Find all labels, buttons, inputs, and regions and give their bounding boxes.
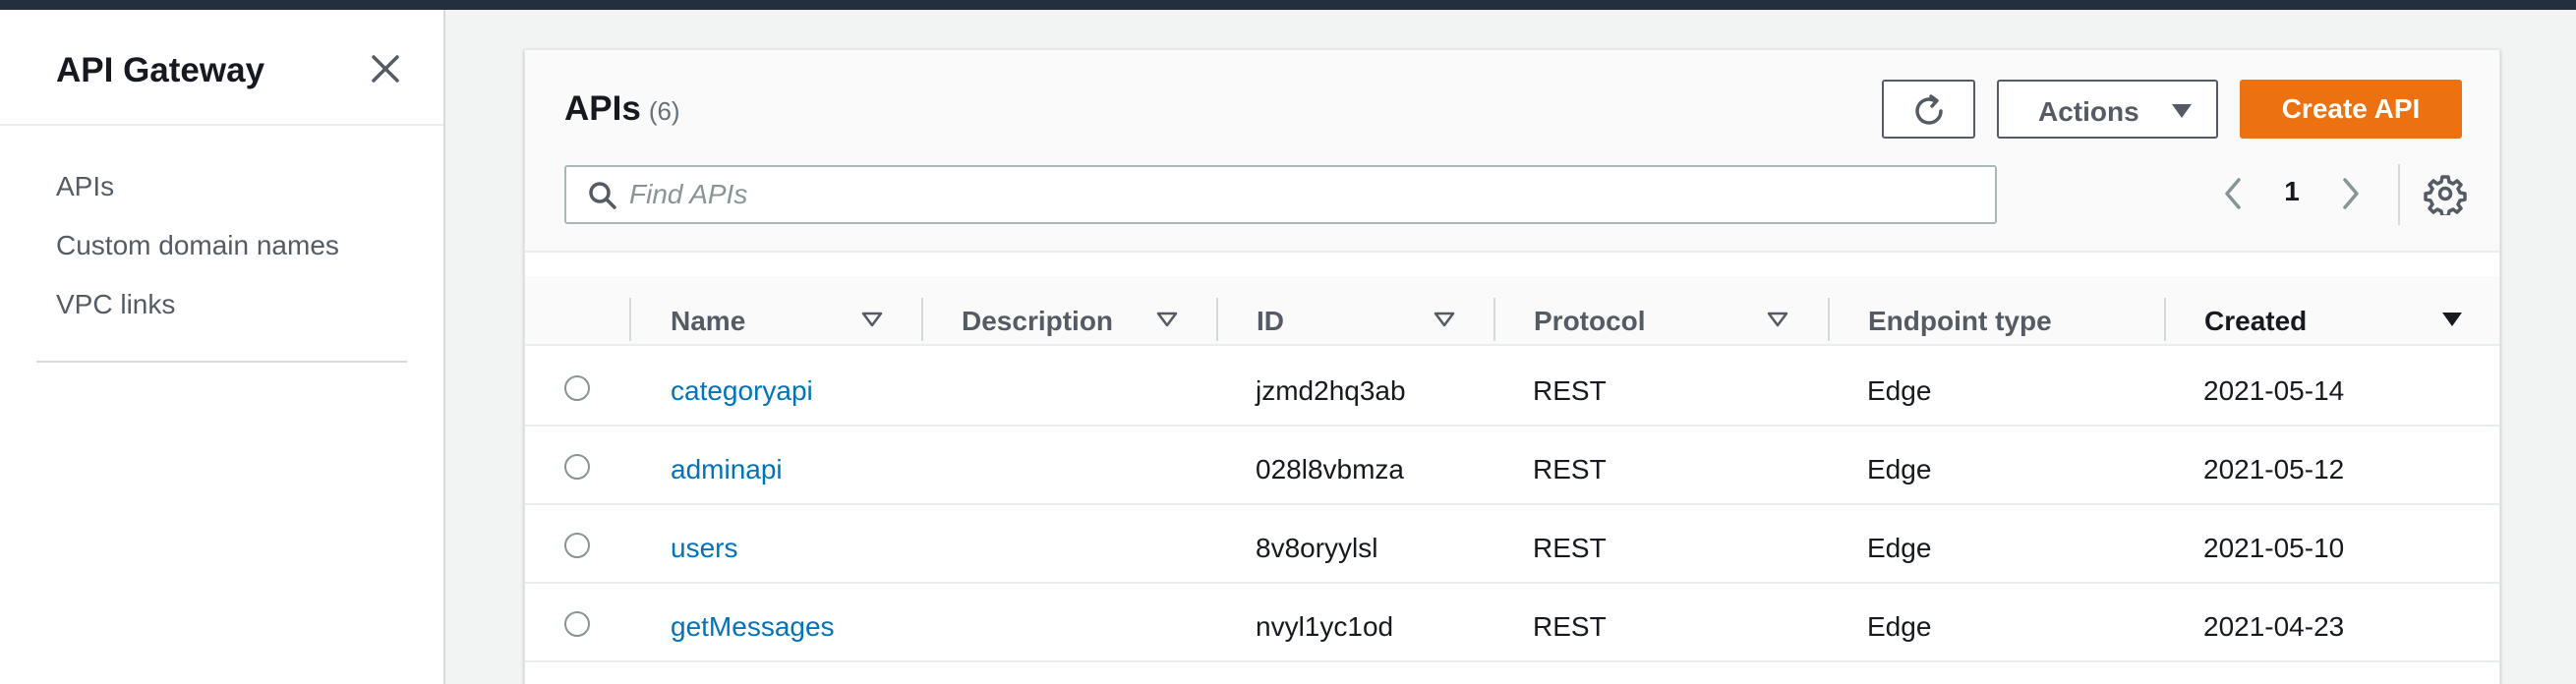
column-separator — [921, 298, 923, 341]
top-navigation-bar — [0, 0, 2576, 10]
column-header-name-label: Name — [671, 306, 746, 336]
api-protocol: REST — [1533, 375, 1607, 406]
api-protocol: REST — [1533, 454, 1607, 484]
sidebar-title: API Gateway — [56, 51, 265, 89]
column-separator — [2164, 298, 2166, 341]
column-separator — [629, 298, 631, 341]
column-separator — [1216, 298, 1218, 341]
api-endpoint-type: Edge — [1867, 611, 1932, 642]
table-header: Name Description ID Protocol Endpoint ty… — [525, 276, 2499, 346]
column-header-id-label: ID — [1257, 306, 1284, 336]
column-separator — [1493, 298, 1495, 341]
api-id: jzmd2hq3ab — [1256, 375, 1406, 406]
table-row[interactable]: categoryapi jzmd2hq3ab REST Edge 2021-05… — [525, 348, 2499, 427]
api-name-link[interactable]: adminapi — [671, 454, 783, 485]
row-select-radio[interactable] — [564, 533, 590, 558]
api-name-link[interactable]: categoryapi — [671, 375, 813, 407]
gear-icon — [2424, 175, 2467, 218]
sidebar: API Gateway APIs Custom domain names VPC… — [0, 10, 445, 684]
column-header-protocol-label: Protocol — [1534, 306, 1646, 336]
row-select-radio[interactable] — [564, 375, 590, 401]
api-count: (6) — [648, 96, 680, 126]
column-header-created-label: Created — [2204, 306, 2308, 336]
api-id: 8v8oryylsl — [1256, 533, 1378, 563]
api-created-date: 2021-05-10 — [2203, 533, 2345, 563]
search-icon — [589, 182, 616, 209]
row-select-radio[interactable] — [564, 454, 590, 480]
sort-caret-icon[interactable] — [1434, 312, 1455, 327]
api-protocol: REST — [1533, 611, 1607, 642]
table-row[interactable]: users 8v8oryylsl REST Edge 2021-05-10 — [525, 505, 2499, 584]
api-id: nvyl1yc1od — [1256, 611, 1394, 642]
refresh-button[interactable] — [1882, 80, 1975, 139]
api-created-date: 2021-04-23 — [2203, 611, 2345, 642]
api-protocol: REST — [1533, 533, 1607, 563]
api-endpoint-type: Edge — [1867, 375, 1932, 406]
api-name-link[interactable]: getMessages — [671, 611, 835, 643]
page-title-text: APIs — [564, 89, 641, 128]
close-icon[interactable] — [366, 49, 405, 88]
sidebar-divider — [36, 361, 407, 363]
sidebar-item-custom-domain-names[interactable]: Custom domain names — [56, 216, 339, 275]
column-separator — [1828, 298, 1830, 341]
search-input[interactable] — [629, 175, 1976, 214]
sort-caret-icon[interactable] — [1156, 312, 1178, 327]
apis-panel: APIs (6) Actions Create API Find APIs 1 … — [524, 49, 2500, 684]
column-header-endpoint-type-label: Endpoint type — [1868, 306, 2052, 336]
caret-down-icon — [2172, 104, 2192, 118]
api-endpoint-type: Edge — [1867, 533, 1932, 563]
sidebar-item-vpc-links[interactable]: VPC links — [56, 275, 339, 334]
pager-divider — [2398, 164, 2400, 225]
sidebar-header: API Gateway — [0, 10, 443, 126]
previous-page-button[interactable] — [2213, 172, 2253, 215]
api-endpoint-type: Edge — [1867, 454, 1932, 484]
panel-header: APIs (6) Actions Create API Find APIs 1 — [525, 50, 2499, 253]
chevron-left-icon — [2225, 178, 2241, 209]
column-header-description-label: Description — [962, 306, 1114, 336]
table-row[interactable]: adminapi 028l8vbmza REST Edge 2021-05-12 — [525, 427, 2499, 505]
settings-button[interactable] — [2424, 172, 2467, 218]
refresh-icon — [1915, 94, 1943, 125]
sort-caret-icon[interactable] — [861, 312, 883, 327]
current-page-number[interactable]: 1 — [2277, 176, 2307, 207]
actions-button-label: Actions — [2038, 96, 2139, 127]
table-row[interactable]: getMessages nvyl1yc1od REST Edge 2021-04… — [525, 584, 2499, 662]
sidebar-item-apis[interactable]: APIs — [56, 157, 339, 216]
api-name-link[interactable]: users — [671, 533, 737, 564]
sort-descending-icon[interactable] — [2441, 312, 2463, 327]
next-page-button[interactable] — [2331, 172, 2371, 215]
search-box — [564, 165, 1997, 224]
api-created-date: 2021-05-14 — [2203, 375, 2345, 406]
chevron-right-icon — [2343, 178, 2359, 209]
sort-caret-icon[interactable] — [1767, 312, 1788, 327]
page-title: APIs (6) — [564, 89, 680, 129]
create-api-button[interactable]: Create API — [2240, 80, 2462, 139]
row-select-radio[interactable] — [564, 611, 590, 637]
api-id: 028l8vbmza — [1256, 454, 1404, 484]
actions-button[interactable]: Actions — [1997, 80, 2218, 139]
sidebar-nav: APIs Custom domain names VPC links — [56, 157, 339, 334]
api-created-date: 2021-05-12 — [2203, 454, 2345, 484]
